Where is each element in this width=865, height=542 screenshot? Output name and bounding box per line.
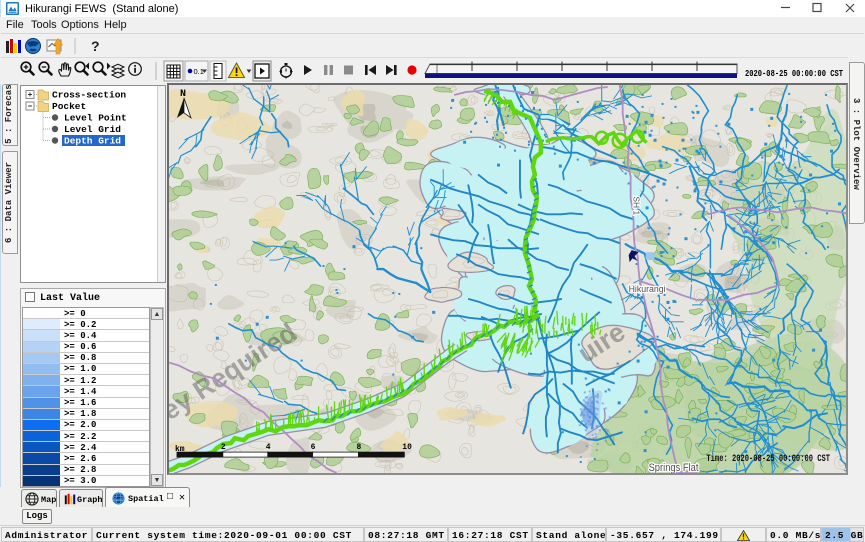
- svg-text:Pocket: Pocket: [52, 101, 86, 112]
- svg-text:Level Grid: Level Grid: [64, 124, 121, 135]
- svg-text:Level Point: Level Point: [64, 113, 127, 124]
- svg-text:Depth Grid: Depth Grid: [64, 136, 121, 147]
- svg-text:SH 1: SH 1: [632, 196, 642, 215]
- svg-text:Hikurangi: Hikurangi: [629, 284, 666, 295]
- svg-text:8: 8: [356, 443, 361, 452]
- svg-text:10: 10: [402, 443, 412, 452]
- svg-text:2: 2: [221, 443, 226, 452]
- svg-text:?: ?: [91, 38, 100, 54]
- svg-text:N: N: [180, 88, 186, 99]
- svg-text:Springs Flat: Springs Flat: [649, 462, 699, 473]
- svg-text:2020-08-25 00:00:00 CST: 2020-08-25 00:00:00 CST: [745, 68, 843, 78]
- svg-text:6: 6: [311, 443, 316, 452]
- svg-text:Cross-section: Cross-section: [52, 90, 126, 101]
- svg-text:0.1: 0.1: [194, 67, 204, 76]
- svg-text:4: 4: [266, 443, 271, 452]
- svg-text:Time: 2020-08-25 00:00:00 CST: Time: 2020-08-25 00:00:00 CST: [706, 453, 830, 464]
